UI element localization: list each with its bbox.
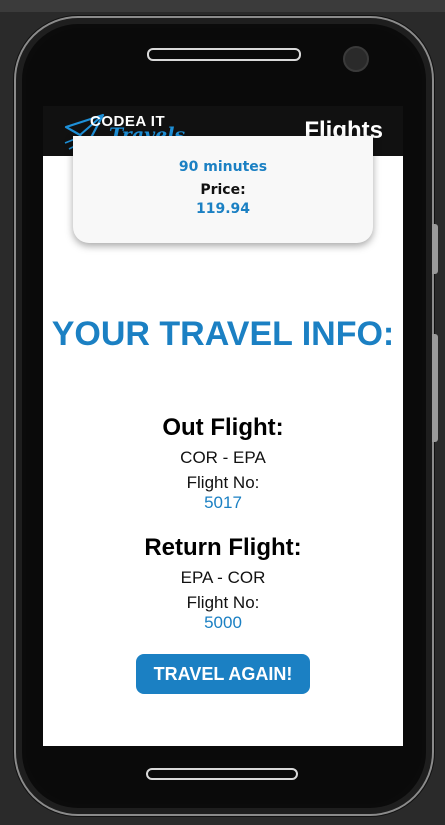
out-flight-number-label: Flight No: <box>186 473 260 492</box>
price-label: Price: <box>200 182 246 198</box>
return-flight-number: 5000 <box>204 613 242 632</box>
power-button <box>432 224 438 274</box>
flight-duration: 90 minutes <box>178 159 268 175</box>
travel-again-button[interactable]: TRAVEL AGAIN! <box>136 654 310 694</box>
flight-summary-card: 90 minutes Price: 119.94 <box>73 136 373 243</box>
price-value: 119.94 <box>195 201 251 217</box>
app-screen: CODEA IT Travels Flights 90 minutes Pric… <box>43 106 403 746</box>
return-flight-number-label: Flight No: <box>186 593 260 612</box>
window-top-strip <box>0 0 445 12</box>
home-bar <box>146 768 298 780</box>
return-flight-heading: Return Flight: <box>144 534 302 561</box>
volume-button <box>432 334 438 442</box>
out-flight-number: 5017 <box>204 493 242 512</box>
travel-info-heading: YOUR TRAVEL INFO: <box>51 315 395 353</box>
out-flight-route: COR - EPA <box>180 448 266 467</box>
out-flight-heading: Out Flight: <box>162 414 284 441</box>
front-camera <box>343 46 369 72</box>
speaker-grille <box>147 48 301 61</box>
return-flight-route: EPA - COR <box>180 568 266 587</box>
main-content: 90 minutes Price: 119.94 YOUR TRAVEL INF… <box>43 136 403 746</box>
